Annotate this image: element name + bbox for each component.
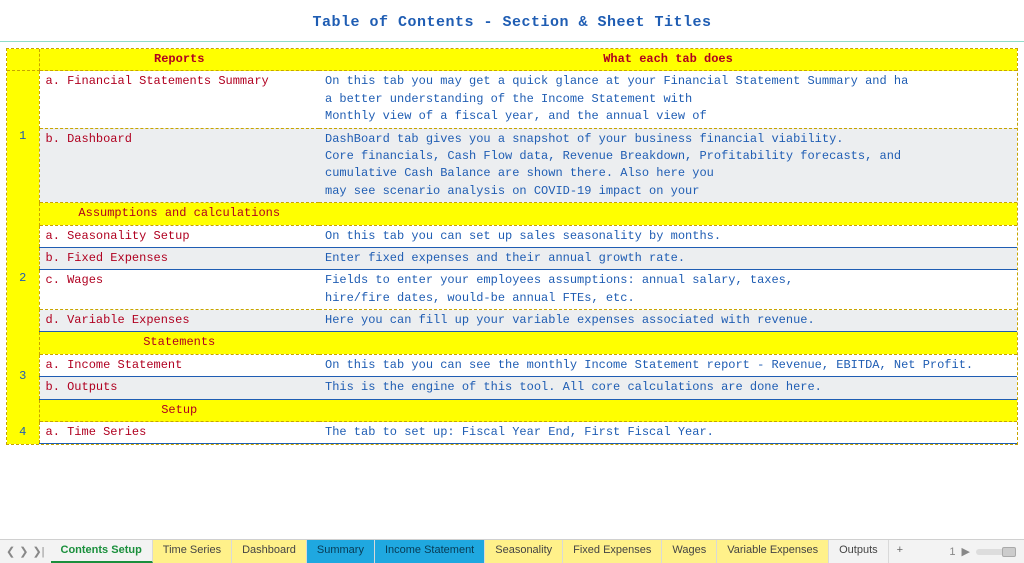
group-number: 3 — [7, 354, 39, 399]
tab-scroll-right: 1 ▶ — [949, 540, 1024, 563]
toc-grid: Reports What each tab does 1a. Financial… — [6, 48, 1018, 445]
toc-row: b. DashboardDashBoard tab gives you a sn… — [7, 128, 1017, 203]
scroll-track[interactable] — [976, 549, 1016, 555]
sheet-tab-bar: ❮ ❯ ❯| Contents SetupTime SeriesDashboar… — [0, 539, 1024, 563]
add-sheet-button[interactable]: + — [889, 540, 911, 563]
toc-row: c. WagesFields to enter your employees a… — [7, 270, 1017, 310]
toc-row: 1a. Financial Statements SummaryOn this … — [7, 71, 1017, 128]
section-title: Statements — [39, 332, 319, 354]
group-number: 1 — [7, 71, 39, 203]
sheet-tab[interactable]: Time Series — [153, 540, 232, 563]
scroll-pos: 1 — [949, 546, 955, 558]
group-number: 4 — [7, 422, 39, 444]
item-desc: Fields to enter your employees assumptio… — [319, 270, 1017, 310]
sheet-tab[interactable]: Dashboard — [232, 540, 307, 563]
section-row: Setup — [7, 399, 1017, 421]
toc-row: 3a. Income StatementOn this tab you can … — [7, 354, 1017, 376]
sheet-tab[interactable]: Summary — [307, 540, 375, 563]
header-reports: Reports — [39, 49, 319, 71]
page-title: Table of Contents - Section & Sheet Titl… — [0, 0, 1024, 41]
section-desc-blank — [319, 203, 1017, 225]
divider — [0, 41, 1024, 42]
item-name[interactable]: b. Dashboard — [39, 128, 319, 203]
item-desc: On this tab you may get a quick glance a… — [319, 71, 1017, 128]
nav-last-icon[interactable]: ❯| — [32, 545, 44, 558]
item-name[interactable]: b. Fixed Expenses — [39, 247, 319, 269]
section-title: Setup — [39, 399, 319, 421]
section-row: Statements — [7, 332, 1017, 354]
toc-row: 2a. Seasonality SetupOn this tab you can… — [7, 225, 1017, 247]
item-desc: On this tab you can set up sales seasona… — [319, 225, 1017, 247]
item-desc: The tab to set up: Fiscal Year End, Firs… — [319, 422, 1017, 444]
item-desc: DashBoard tab gives you a snapshot of yo… — [319, 128, 1017, 203]
sheet-tab[interactable]: Outputs — [829, 540, 889, 563]
item-name[interactable]: a. Seasonality Setup — [39, 225, 319, 247]
item-name[interactable]: a. Time Series — [39, 422, 319, 444]
header-what: What each tab does — [319, 49, 1017, 71]
toc-row: d. Variable ExpensesHere you can fill up… — [7, 310, 1017, 332]
group-number-cell — [7, 399, 39, 421]
scroll-arrow-icon[interactable]: ▶ — [962, 545, 970, 558]
item-name[interactable]: a. Income Statement — [39, 354, 319, 376]
toc-row: b. Fixed ExpensesEnter fixed expenses an… — [7, 247, 1017, 269]
sheet-tab[interactable]: Wages — [662, 540, 717, 563]
item-name[interactable]: c. Wages — [39, 270, 319, 310]
group-number: 2 — [7, 225, 39, 332]
item-desc: This is the engine of this tool. All cor… — [319, 377, 1017, 399]
section-desc-blank — [319, 332, 1017, 354]
toc-row: 4a. Time SeriesThe tab to set up: Fiscal… — [7, 422, 1017, 444]
section-desc-blank — [319, 399, 1017, 421]
sheet-tabs: Contents SetupTime SeriesDashboardSummar… — [51, 540, 889, 563]
sheet-tab[interactable]: Contents Setup — [51, 540, 153, 563]
item-name[interactable]: b. Outputs — [39, 377, 319, 399]
item-desc: On this tab you can see the monthly Inco… — [319, 354, 1017, 376]
section-title: Assumptions and calculations — [39, 203, 319, 225]
header-num — [7, 49, 39, 71]
item-desc: Enter fixed expenses and their annual gr… — [319, 247, 1017, 269]
scroll-thumb[interactable] — [1002, 547, 1016, 557]
group-number-cell — [7, 332, 39, 354]
item-desc: Here you can fill up your variable expen… — [319, 310, 1017, 332]
sheet-tab[interactable]: Variable Expenses — [717, 540, 829, 563]
toc-table: Reports What each tab does 1a. Financial… — [7, 49, 1017, 444]
sheet-tab[interactable]: Fixed Expenses — [563, 540, 662, 563]
item-name[interactable]: d. Variable Expenses — [39, 310, 319, 332]
nav-prev-icon[interactable]: ❯ — [19, 545, 28, 558]
section-row: Assumptions and calculations — [7, 203, 1017, 225]
group-number-cell — [7, 203, 39, 225]
sheet-tab[interactable]: Income Statement — [375, 540, 485, 563]
sheet-tab[interactable]: Seasonality — [485, 540, 563, 563]
toc-row: b. OutputsThis is the engine of this too… — [7, 377, 1017, 399]
tab-nav: ❮ ❯ ❯| — [0, 540, 51, 563]
nav-first-icon[interactable]: ❮ — [6, 545, 15, 558]
item-name[interactable]: a. Financial Statements Summary — [39, 71, 319, 128]
header-row: Reports What each tab does — [7, 49, 1017, 71]
